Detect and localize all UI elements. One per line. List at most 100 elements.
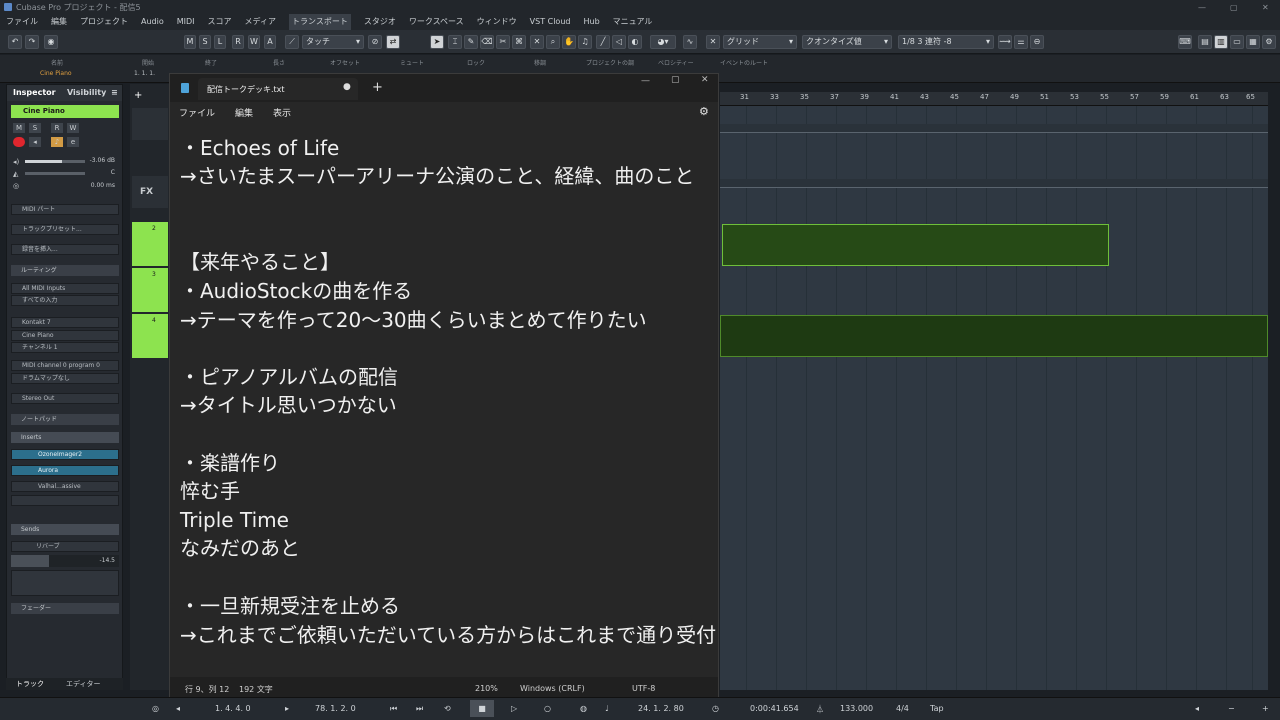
color-icon[interactable]: ◐ (628, 35, 642, 49)
send-level-slider[interactable]: -14.5 (11, 555, 119, 567)
insert-slot-empty[interactable] (11, 495, 119, 506)
record-enable-button[interactable] (13, 137, 25, 147)
cycle-icon[interactable]: ⟲ (444, 704, 451, 713)
right-locator-icon[interactable]: ▸ (285, 704, 289, 713)
line-ending[interactable]: Windows (CRLF) (520, 684, 585, 693)
read-automation-button[interactable]: R (232, 35, 244, 49)
solo-button[interactable]: S (29, 123, 41, 133)
left-locator-icon[interactable]: ◂ (176, 704, 180, 713)
record-insert-field[interactable]: 録音を挿入... (11, 244, 119, 255)
quantize-apply-icon[interactable]: ⟿ (998, 35, 1012, 49)
layout-right-icon[interactable]: ▦ (1246, 35, 1260, 49)
menu-item-manual[interactable]: マニュアル (613, 14, 653, 30)
instrument-patch-select[interactable]: Cine Piano (11, 330, 119, 341)
layout-settings-icon[interactable]: ⚙ (1262, 35, 1276, 49)
notepad-text-area[interactable]: ・Echoes of Life →さいたまスーパーアリーナ公演のこと、経緯、曲の… (170, 122, 718, 677)
mute-mode-button[interactable]: M (184, 35, 196, 49)
menu-item-workspace[interactable]: ワークスペース (409, 14, 464, 30)
menu-item-midi[interactable]: MIDI (177, 14, 195, 30)
track-row[interactable]: 2 (132, 222, 168, 266)
record-button[interactable]: ○ (544, 704, 551, 713)
grid-select[interactable]: グリッド ▾ (723, 35, 797, 49)
play-button[interactable]: ▷ (511, 704, 517, 713)
write-button[interactable]: W (67, 123, 79, 133)
object-selection-icon[interactable]: ➤ (430, 35, 444, 49)
send-slot-1[interactable]: リバーブ (11, 541, 119, 552)
menu-item-project[interactable]: プロジェクト (80, 14, 128, 30)
instrument-select[interactable]: Kontakt 7 (11, 317, 119, 328)
listen-mode-button[interactable]: L (214, 35, 226, 49)
erase-icon[interactable]: ⌫ (480, 35, 494, 49)
program-select[interactable]: MIDI channel 0 program 0 (11, 360, 119, 371)
menu-item-edit[interactable]: 編集 (51, 14, 67, 30)
tap-tempo-button[interactable]: Tap (930, 704, 944, 713)
layout-inspector-icon[interactable]: ▥ (1214, 35, 1228, 49)
right-locator-value[interactable]: 78. 1. 2. 0 (315, 704, 356, 713)
close-icon[interactable]: ✕ (1262, 3, 1269, 12)
snap-curve-icon[interactable]: ∿ (683, 35, 697, 49)
redo-icon[interactable]: ↷ (25, 35, 39, 49)
menu-item-hub[interactable]: Hub (583, 14, 599, 30)
signature-value[interactable]: 4/4 (896, 704, 909, 713)
maximize-icon[interactable]: ▢ (1230, 3, 1238, 12)
stop-button[interactable]: ■ (470, 700, 494, 717)
insert-slot-1[interactable]: OzoneImager2 (11, 449, 119, 460)
color-select[interactable]: ◕▾ (650, 35, 676, 49)
send-slot-empty[interactable] (11, 570, 119, 596)
channel-select[interactable]: チャンネル 1 (11, 342, 119, 353)
fader-section[interactable]: フェーダー (11, 603, 119, 614)
zoom-level[interactable]: 210% (475, 684, 498, 693)
sends-section[interactable]: Sends (11, 524, 119, 535)
delay-value[interactable]: 0.00 ms (91, 182, 115, 189)
drum-map-select[interactable]: ドラムマップなし (11, 373, 119, 384)
mute-button[interactable]: M (13, 123, 25, 133)
history-icon[interactable]: ◉ (44, 35, 58, 49)
menu-item-media[interactable]: メディア (245, 14, 276, 30)
info-value-start[interactable]: 1. 1. 1. (134, 70, 155, 77)
menu-item-studio[interactable]: スタジオ (364, 14, 396, 30)
left-locator-value[interactable]: 1. 4. 4. 0 (215, 704, 251, 713)
speaker-icon[interactable]: ◁ (612, 35, 626, 49)
notepad-menu-file[interactable]: ファイル (179, 106, 215, 119)
notepad-menu-edit[interactable]: 編集 (235, 106, 253, 119)
folder-track[interactable] (132, 108, 168, 140)
punch-icon[interactable]: ◎ (152, 704, 159, 713)
track-preset-field[interactable]: トラックプリセット... (11, 224, 119, 235)
quantize-settings-icon[interactable]: ⚌ (1014, 35, 1028, 49)
maximize-icon[interactable]: ▢ (671, 75, 680, 85)
volume-value[interactable]: -3.06 dB (90, 157, 115, 164)
minimize-icon[interactable]: — (1198, 3, 1206, 12)
gear-icon[interactable]: ⚙ (699, 105, 709, 118)
metronome-icon[interactable]: ◍ (580, 704, 587, 713)
routing-section[interactable]: ルーティング (11, 265, 119, 276)
menu-item-file[interactable]: ファイル (6, 14, 38, 30)
monitor-button[interactable]: ◂ (29, 137, 41, 147)
encoding[interactable]: UTF-8 (632, 684, 655, 693)
menu-item-audio[interactable]: Audio (141, 14, 164, 30)
zoom-icon[interactable]: ⌕ (546, 35, 560, 49)
notepad-menu-view[interactable]: 表示 (273, 106, 291, 119)
midi-part-field[interactable]: MIDI パート (11, 204, 119, 215)
quantize-value-select[interactable]: 1/8 3 連符 -8 ▾ (898, 35, 994, 49)
track-row[interactable]: 4 (132, 314, 168, 358)
menu-item-vst-cloud[interactable]: VST Cloud (530, 14, 571, 30)
quantize-reset-icon[interactable]: ⊖ (1030, 35, 1044, 49)
inspector-track-name[interactable]: Cine Piano (11, 105, 119, 118)
fx-track[interactable]: FX (132, 176, 168, 208)
primary-time-display[interactable]: 24. 1. 2. 80 (638, 704, 684, 713)
edit-channel-button[interactable]: e (67, 137, 79, 147)
unsaved-dot-icon[interactable]: ● (343, 82, 351, 92)
output-select[interactable]: Stereo Out (11, 393, 119, 404)
zoom-in-icon[interactable]: + (1262, 704, 1269, 713)
insert-slot-2[interactable]: Aurora (11, 465, 119, 476)
draw-icon[interactable]: ✎ (464, 35, 478, 49)
range-selection-icon[interactable]: ⌶ (448, 35, 462, 49)
metronome-icon-2[interactable]: ⏃ (816, 704, 824, 715)
inserts-section[interactable]: Inserts (11, 432, 119, 443)
go-to-end-icon[interactable]: ⏭ (416, 704, 423, 714)
tab-editor[interactable]: エディター (66, 679, 101, 689)
midi-part[interactable] (720, 315, 1268, 357)
add-track-icon[interactable]: + (134, 90, 142, 101)
keyboard-icon[interactable]: ⌨ (1178, 35, 1192, 49)
write-automation-button[interactable]: W (248, 35, 260, 49)
